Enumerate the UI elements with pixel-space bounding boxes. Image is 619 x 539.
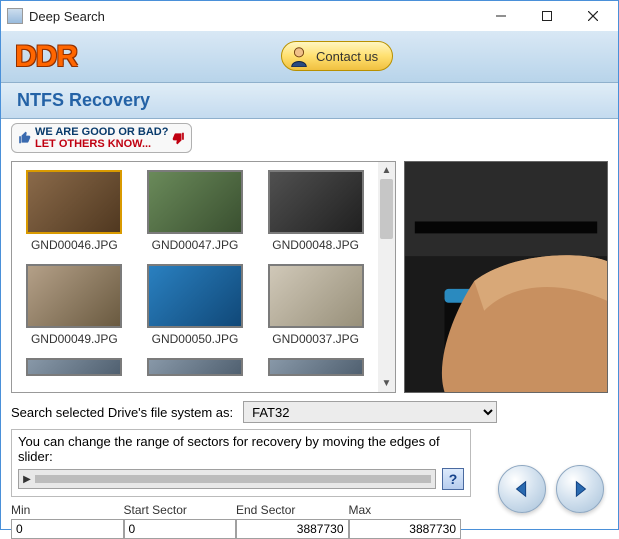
preview-panel (404, 161, 608, 393)
scroll-handle[interactable] (380, 179, 393, 239)
thumbnail-item[interactable]: GND00046.JPG (18, 170, 131, 260)
nav-buttons (498, 465, 604, 513)
sector-slider[interactable]: ▶ (18, 469, 436, 489)
logo: DDR (15, 40, 77, 74)
app-icon (7, 8, 23, 24)
thumbnail-item[interactable]: GND00037.JPG (259, 264, 372, 354)
slider-start-handle[interactable]: ▶ (19, 474, 35, 485)
thumbnail-panel: GND00046.JPG GND00047.JPG GND00048.JPG GND0… (11, 161, 396, 393)
min-input[interactable] (11, 519, 124, 539)
thumbnail-image[interactable] (147, 358, 243, 376)
subheader: NTFS Recovery (1, 83, 618, 119)
thumbnail-image[interactable] (268, 264, 364, 328)
arrow-left-icon (511, 478, 533, 500)
contact-us-label: Contact us (316, 49, 378, 64)
feedback-bar: WE ARE GOOD OR BAD? LET OTHERS KNOW... (1, 119, 618, 155)
start-sector-label: Start Sector (124, 501, 237, 519)
thumbs-up-icon (18, 131, 32, 145)
minimize-button[interactable] (478, 1, 524, 31)
end-sector-label: End Sector (236, 501, 349, 519)
thumbnail-item[interactable] (139, 358, 252, 384)
fs-label: Search selected Drive's file system as: (11, 405, 233, 420)
thumbs-down-icon (171, 131, 185, 145)
feedback-button[interactable]: WE ARE GOOD OR BAD? LET OTHERS KNOW... (11, 123, 192, 153)
max-input[interactable] (349, 519, 462, 539)
header: DDR Contact us (1, 31, 618, 83)
thumbnail-label: GND00046.JPG (18, 238, 131, 252)
help-button[interactable]: ? (442, 468, 464, 490)
content-row: GND00046.JPG GND00047.JPG GND00048.JPG GND0… (1, 155, 618, 393)
thumbnail-item[interactable]: GND00049.JPG (18, 264, 131, 354)
thumbnail-item[interactable] (259, 358, 372, 384)
fs-select[interactable]: FAT32 (243, 401, 497, 423)
fs-row: Search selected Drive's file system as: … (1, 393, 618, 427)
sector-row: Min Start Sector End Sector Max (1, 501, 471, 539)
max-label: Max (349, 501, 462, 519)
thumbnail-image[interactable] (268, 358, 364, 376)
start-sector-input[interactable] (124, 519, 237, 539)
arrow-right-icon (569, 478, 591, 500)
window-title: Deep Search (29, 9, 478, 24)
thumbnail-image[interactable] (147, 264, 243, 328)
slider-instruction: You can change the range of sectors for … (18, 434, 464, 464)
feedback-line2: LET OTHERS KNOW... (35, 138, 168, 150)
feedback-line1: WE ARE GOOD OR BAD? (35, 126, 168, 138)
thumbnail-label: GND00048.JPG (259, 238, 372, 252)
thumbnail-label: GND00049.JPG (18, 332, 131, 346)
thumbnail-item[interactable]: GND00048.JPG (259, 170, 372, 260)
thumbnail-item[interactable]: GND00050.JPG (139, 264, 252, 354)
thumbnail-label: GND00047.JPG (139, 238, 252, 252)
min-label: Min (11, 501, 124, 519)
contact-us-button[interactable]: Contact us (281, 41, 393, 71)
thumbnail-item[interactable] (18, 358, 131, 384)
scroll-up-icon[interactable]: ▲ (378, 162, 395, 179)
next-button[interactable] (556, 465, 604, 513)
maximize-button[interactable] (524, 1, 570, 31)
thumbnail-image[interactable] (147, 170, 243, 234)
preview-image (405, 162, 607, 392)
thumbnail-image[interactable] (26, 264, 122, 328)
thumbnail-image[interactable] (268, 170, 364, 234)
thumbnail-label: GND00050.JPG (139, 332, 252, 346)
scrollbar[interactable]: ▲ ▼ (378, 162, 395, 392)
scroll-down-icon[interactable]: ▼ (378, 375, 395, 392)
close-button[interactable] (570, 1, 616, 31)
thumbnail-image[interactable] (26, 170, 122, 234)
back-button[interactable] (498, 465, 546, 513)
titlebar: Deep Search (1, 1, 618, 31)
page-title: NTFS Recovery (17, 90, 150, 111)
slider-group: You can change the range of sectors for … (11, 429, 471, 497)
thumbnail-label: GND00037.JPG (259, 332, 372, 346)
person-icon (288, 45, 310, 67)
thumbnail-image[interactable] (26, 358, 122, 376)
end-sector-input[interactable] (236, 519, 349, 539)
thumbnail-item[interactable]: GND00047.JPG (139, 170, 252, 260)
scroll-track[interactable] (378, 179, 395, 375)
